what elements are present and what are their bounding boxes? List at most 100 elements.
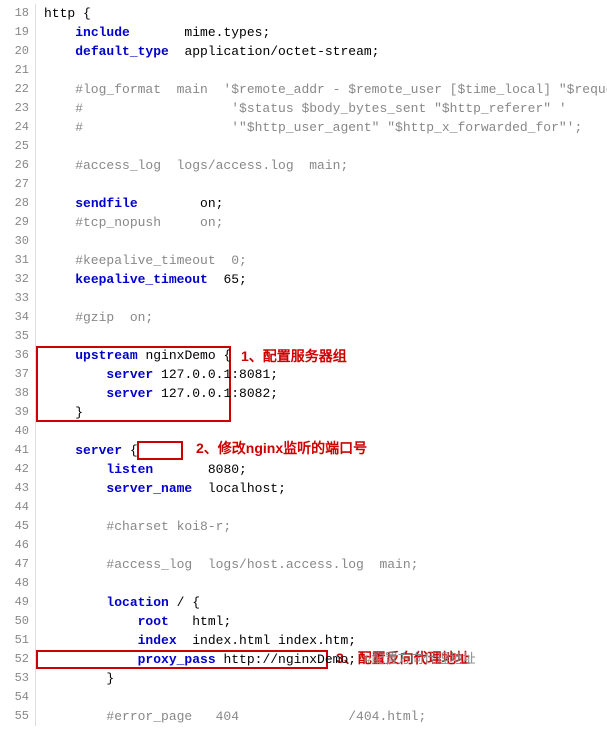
code-token xyxy=(44,614,138,629)
code-token xyxy=(44,386,106,401)
code-line: server { xyxy=(44,441,607,460)
code-line: #tcp_nopush on; xyxy=(44,213,607,232)
code-token: upstream xyxy=(75,348,137,363)
code-token: { xyxy=(122,443,138,458)
line-num: 19 xyxy=(0,23,29,42)
code-token xyxy=(44,196,75,211)
code-token: #access_log logs/host.access.log main; xyxy=(44,557,418,572)
code-token: / { xyxy=(169,595,200,610)
line-num: 27 xyxy=(0,175,29,194)
line-num: 51 xyxy=(0,631,29,650)
code-token: server xyxy=(75,443,122,458)
line-num: 42 xyxy=(0,460,29,479)
code-token xyxy=(44,652,138,667)
code-token xyxy=(44,25,75,40)
code-token: localhost; xyxy=(192,481,286,496)
line-num: 18 xyxy=(0,4,29,23)
code-line: #access_log logs/access.log main; xyxy=(44,156,607,175)
line-num: 33 xyxy=(0,289,29,308)
code-line: #access_log logs/host.access.log main; xyxy=(44,555,607,574)
line-num: 21 xyxy=(0,61,29,80)
code-line xyxy=(44,688,607,707)
code-token xyxy=(44,272,75,287)
line-num: 50 xyxy=(0,612,29,631)
code-line xyxy=(44,498,607,517)
line-num: 22 xyxy=(0,80,29,99)
code-token: #keepalive_timeout 0; xyxy=(44,253,247,268)
line-num: 40 xyxy=(0,422,29,441)
code-line: upstream nginxDemo { xyxy=(44,346,607,365)
code-token xyxy=(153,462,208,477)
line-num: 52 xyxy=(0,650,29,669)
code-token: html; xyxy=(169,614,231,629)
line-num: 37 xyxy=(0,365,29,384)
code-token xyxy=(44,481,106,496)
code-area: 1、配置服务器组 2、修改nginx监听的端口号 3、配置反向代理地址 http… xyxy=(36,4,607,726)
code-token: index xyxy=(138,633,177,648)
code-token: #tcp_nopush on; xyxy=(44,215,223,230)
line-num: 31 xyxy=(0,251,29,270)
line-num: 23 xyxy=(0,99,29,118)
line-num: 54 xyxy=(0,688,29,707)
code-token: server xyxy=(106,386,153,401)
line-num: 35 xyxy=(0,327,29,346)
code-line: } xyxy=(44,669,607,688)
line-num: 39 xyxy=(0,403,29,422)
code-token: application/octet-stream; xyxy=(169,44,380,59)
code-line: server_name localhost; xyxy=(44,479,607,498)
code-token: listen xyxy=(106,462,153,477)
line-num: 30 xyxy=(0,232,29,251)
code-line: http { xyxy=(44,4,607,23)
code-token: nginxDemo { xyxy=(138,348,232,363)
line-num: 45 xyxy=(0,517,29,536)
code-line: #log_format main '$remote_addr - $remote… xyxy=(44,80,607,99)
line-num: 36 xyxy=(0,346,29,365)
line-num: 24 xyxy=(0,118,29,137)
code-line: # '$status $body_bytes_sent "$http_refer… xyxy=(44,99,607,118)
code-token: #gzip on; xyxy=(44,310,153,325)
code-line xyxy=(44,137,607,156)
code-token: http { xyxy=(44,6,91,21)
line-num: 46 xyxy=(0,536,29,555)
code-token: #error_page 404 /404.html; xyxy=(44,709,426,724)
line-num: 34 xyxy=(0,308,29,327)
line-num: 55 xyxy=(0,707,29,726)
line-num: 38 xyxy=(0,384,29,403)
code-token: 127.0.0.1:8081; xyxy=(153,367,278,382)
code-token: index.html index.htm; xyxy=(177,633,356,648)
code-token xyxy=(44,443,75,458)
code-line: include mime.types; xyxy=(44,23,607,42)
code-line xyxy=(44,289,607,308)
code-token xyxy=(44,348,75,363)
code-line xyxy=(44,175,607,194)
code-container: 1819202122232425262728293031323334353637… xyxy=(0,0,607,730)
port-token: 8080; xyxy=(208,462,247,477)
code-token: } xyxy=(44,671,114,686)
code-token: include xyxy=(75,25,130,40)
code-line xyxy=(44,536,607,555)
line-num: 20 xyxy=(0,42,29,61)
code-token: #log_format main '$remote_addr - $remote… xyxy=(44,82,607,97)
code-token: #access_log logs/access.log main; xyxy=(44,158,348,173)
code-token: } xyxy=(44,405,83,420)
code-token xyxy=(44,633,138,648)
code-line: location / { xyxy=(44,593,607,612)
code-token: server_name xyxy=(106,481,192,496)
line-num: 29 xyxy=(0,213,29,232)
code-line: #keepalive_timeout 0; xyxy=(44,251,607,270)
code-token: proxy_pass xyxy=(138,652,216,667)
code-token: default_type xyxy=(75,44,169,59)
code-line: #gzip on; xyxy=(44,308,607,327)
line-num: 26 xyxy=(0,156,29,175)
code-line: keepalive_timeout 65; xyxy=(44,270,607,289)
line-num: 48 xyxy=(0,574,29,593)
code-token: 127.0.0.1:8082; xyxy=(153,386,278,401)
code-line: index index.html index.htm; xyxy=(44,631,607,650)
code-token xyxy=(44,595,106,610)
code-token: location xyxy=(106,595,168,610)
code-token: on; xyxy=(138,196,224,211)
line-num: 43 xyxy=(0,479,29,498)
code-line xyxy=(44,327,607,346)
code-line xyxy=(44,232,607,251)
code-token: #配置方向代理地址 xyxy=(356,652,476,667)
